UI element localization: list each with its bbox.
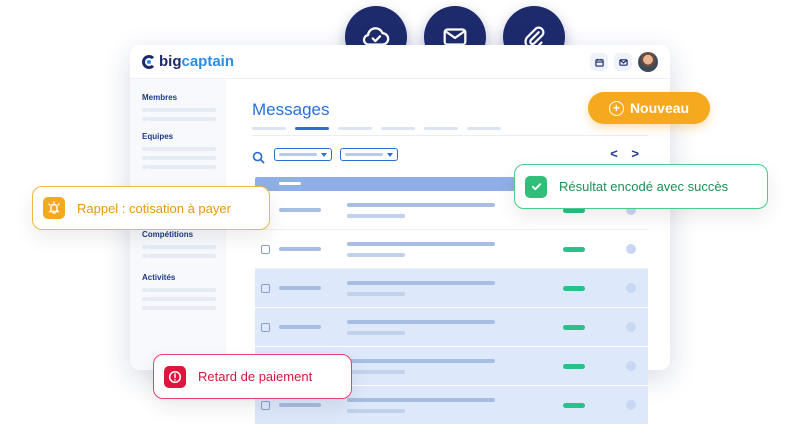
reminder-text: Rappel : cotisation à payer [77,200,231,216]
chevron-down-icon [321,152,327,157]
illustration: big captain Membres Equipes Compétitions… [0,0,800,447]
row-checkbox[interactable] [261,245,270,254]
filter-dropdown-1[interactable] [274,148,332,161]
late-payment-notification: Retard de paiement [153,354,352,399]
calendar-icon[interactable] [590,53,608,71]
status-dot [626,361,636,371]
status-dot [626,322,636,332]
logo-mark-icon [142,54,156,69]
row-checkbox[interactable] [261,323,270,332]
tab-bar [252,127,501,130]
page-title: Messages [252,100,330,119]
bell-icon [43,197,65,219]
late-payment-text: Retard de paiement [198,369,313,384]
table-row[interactable] [255,230,648,269]
success-text: Résultat encodé avec succès [559,179,729,194]
chevron-down-icon [387,152,393,157]
status-dot [626,244,636,254]
logo-text-captain: captain [181,53,235,70]
user-avatar[interactable] [638,52,658,72]
inbox-icon[interactable] [614,53,632,71]
tab-3[interactable] [338,127,372,130]
new-button[interactable]: + Nouveau [588,92,710,124]
divider [252,135,648,136]
new-button-label: Nouveau [629,100,690,116]
reminder-notification: Rappel : cotisation à payer [32,186,270,230]
plus-circle-icon: + [608,100,624,116]
row-checkbox[interactable] [261,284,270,293]
status-pill [563,286,585,291]
check-icon [525,175,547,198]
sidebar-section-membres[interactable]: Membres [142,93,226,102]
row-checkbox[interactable] [261,401,270,410]
tab-2-active[interactable] [295,127,329,130]
tab-1[interactable] [252,127,286,130]
sidebar-section-equipes[interactable]: Equipes [142,132,226,141]
success-notification: Résultat encodé avec succès [514,164,768,209]
logo-text-big: big [159,53,182,70]
top-bar-actions [590,52,658,72]
status-dot [626,400,636,410]
sidebar-section-competitions[interactable]: Compétitions [142,230,226,239]
status-pill [563,247,585,252]
table-row[interactable] [255,308,648,347]
status-dot [626,283,636,293]
tab-5[interactable] [424,127,458,130]
status-pill [563,325,585,330]
tab-4[interactable] [381,127,415,130]
sidebar-section-activites[interactable]: Activités [142,273,226,282]
alert-circle-icon [164,365,186,388]
filter-dropdown-2[interactable] [340,148,398,161]
top-bar: big captain [130,45,670,79]
bigcaptain-logo[interactable]: big captain [142,53,234,70]
status-pill [563,364,585,369]
search-icon[interactable] [252,151,265,167]
pagination-arrows[interactable]: < > [610,146,644,161]
table-row[interactable] [255,269,648,308]
tab-6[interactable] [467,127,501,130]
status-pill [563,403,585,408]
